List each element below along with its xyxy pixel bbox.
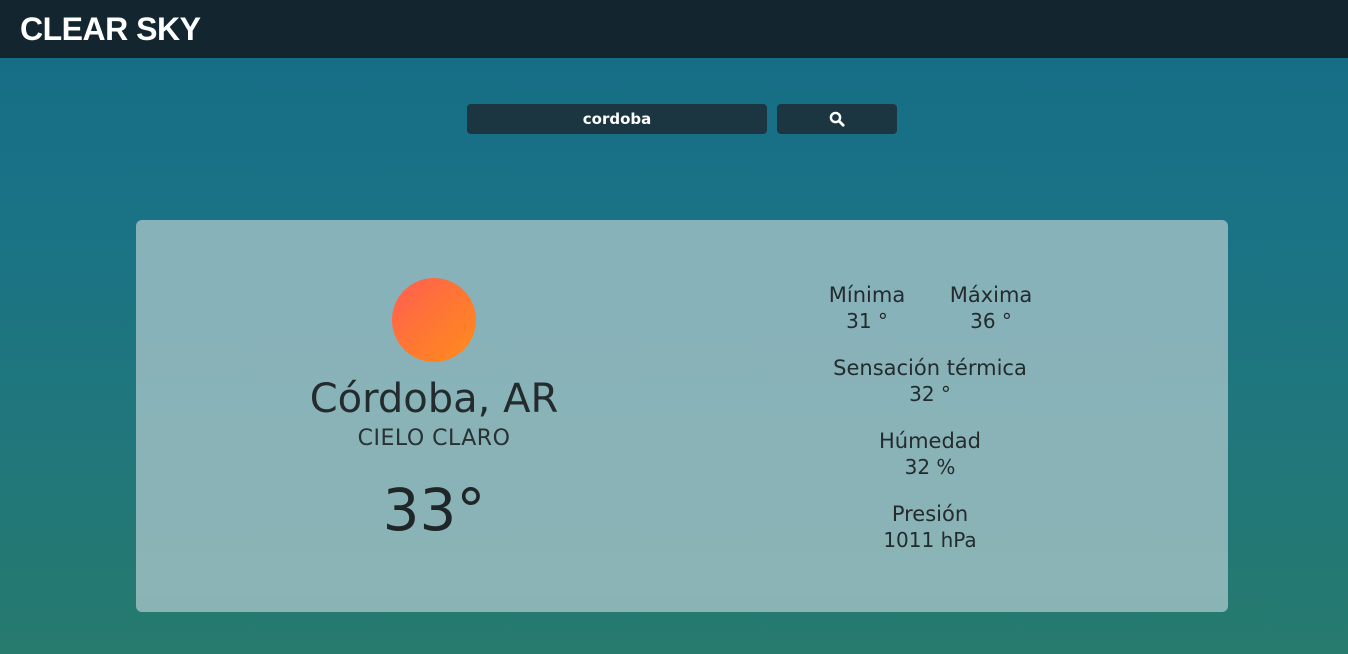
pressure-stat: Presión 1011 hPa <box>780 501 1080 553</box>
search-icon <box>829 111 845 127</box>
min-temp-stat: Mínima 31 ° <box>796 282 938 334</box>
pressure-value: 1011 hPa <box>883 528 977 552</box>
feels-like-stat: Sensación térmica 32 ° <box>780 355 1080 407</box>
max-temp-stat: Máxima 36 ° <box>920 282 1062 334</box>
humidity-stat: Húmedad 32 % <box>780 428 1080 480</box>
max-temp-label: Máxima <box>949 283 1033 307</box>
brand-logo[interactable]: CLEAR SKY <box>20 10 201 48</box>
max-temp-value: 36 ° <box>970 309 1012 333</box>
humidity-label: Húmedad <box>878 429 981 453</box>
search-button[interactable] <box>777 104 897 134</box>
pressure-label: Presión <box>891 502 969 526</box>
sun-icon <box>392 278 476 362</box>
top-navbar: CLEAR SKY <box>0 0 1348 58</box>
feels-like-label: Sensación térmica <box>833 356 1027 380</box>
humidity-value: 32 % <box>904 455 956 479</box>
weather-description: CIELO CLARO <box>357 426 511 451</box>
feels-like-value: 32 ° <box>909 382 951 406</box>
city-name: Córdoba, AR <box>309 376 559 422</box>
min-temp-value: 31 ° <box>846 309 888 333</box>
weather-card: Córdoba, AR CIELO CLARO 33° Mínima 31 ° … <box>136 220 1228 612</box>
city-search-input[interactable] <box>467 104 767 134</box>
min-temp-label: Mínima <box>828 283 906 307</box>
current-temperature: 33° <box>382 476 486 544</box>
